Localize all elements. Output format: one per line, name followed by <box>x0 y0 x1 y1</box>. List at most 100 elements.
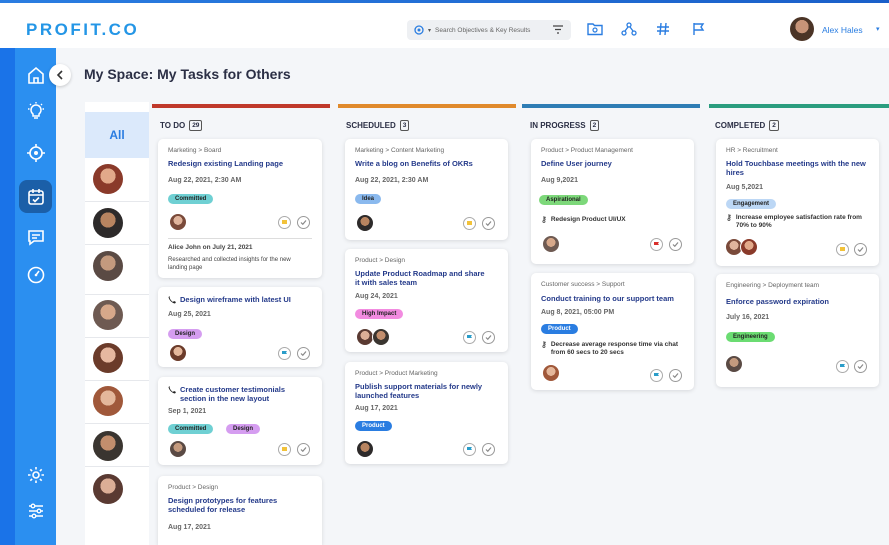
check-circle-icon[interactable] <box>854 243 867 256</box>
flag-icon[interactable] <box>278 443 291 456</box>
task-card[interactable]: Product > Product Marketing Publish supp… <box>345 362 508 464</box>
avatar[interactable] <box>542 235 560 253</box>
key-result-row[interactable]: ⚷ Increase employee satisfaction rate fr… <box>726 214 876 230</box>
task-card[interactable]: Engineering > Deployment team Enforce pa… <box>716 274 879 387</box>
objective-target-icon[interactable] <box>411 22 427 38</box>
check-circle-icon[interactable] <box>297 216 310 229</box>
search-input[interactable]: ▾ Search Objectives & Key Results <box>407 20 571 40</box>
check-circle-icon[interactable] <box>854 360 867 373</box>
assignee-avatar[interactable] <box>93 474 123 504</box>
flag-icon[interactable] <box>463 331 476 344</box>
card-title[interactable]: Publish support materials for newly laun… <box>355 382 491 400</box>
status-badge: Aspirational <box>539 195 588 205</box>
card-title[interactable]: Hold Touchbase meetings with the new hir… <box>726 159 872 177</box>
lightbulb-icon[interactable] <box>19 94 52 127</box>
task-card[interactable]: Product > Design Update Product Roadmap … <box>345 249 508 352</box>
chat-icon[interactable] <box>19 220 52 253</box>
card-title-row[interactable]: Design wireframe with latest UI <box>168 295 318 304</box>
card-title[interactable]: Design prototypes for features scheduled… <box>168 496 298 514</box>
key-result-row[interactable]: ⚷ Redesign Product UI/UX <box>541 216 626 224</box>
assignee-avatar[interactable] <box>93 208 123 238</box>
check-circle-icon[interactable] <box>669 369 682 382</box>
chevron-down-icon[interactable]: ▾ <box>876 25 880 33</box>
flag-icon[interactable] <box>278 216 291 229</box>
todo-column-bar <box>152 104 330 108</box>
filter-icon[interactable] <box>553 21 567 39</box>
assignee-avatar[interactable] <box>93 431 123 461</box>
card-title[interactable]: Design wireframe with latest UI <box>180 295 291 304</box>
check-circle-icon[interactable] <box>482 443 495 456</box>
assignee-avatar[interactable] <box>93 300 123 330</box>
flag-icon[interactable] <box>836 360 849 373</box>
column-title: SCHEDULED <box>346 121 396 130</box>
key-result-text: Decrease average response time via chat … <box>550 341 679 356</box>
settings-gear-icon[interactable] <box>19 458 52 491</box>
card-title[interactable]: Write a blog on Benefits of OKRs <box>355 159 501 168</box>
folder-search-icon[interactable] <box>586 20 604 38</box>
assignee-avatar[interactable] <box>93 164 123 194</box>
task-card[interactable]: Marketing > Content Marketing Write a bl… <box>345 139 508 240</box>
card-title[interactable]: Conduct training to our support team <box>541 294 691 303</box>
card-date: Sep 1, 2021 <box>168 408 207 415</box>
card-breadcrumb: Customer success > Support <box>541 281 625 288</box>
card-title[interactable]: Define User journey <box>541 159 687 168</box>
card-title[interactable]: Update Product Roadmap and share it with… <box>355 269 485 287</box>
card-title[interactable]: Redesign existing Landing page <box>168 159 314 168</box>
task-card[interactable]: HR > Recruitment Hold Touchbase meetings… <box>716 139 879 266</box>
user-name[interactable]: Alex Hales <box>822 25 863 35</box>
flag-icon[interactable] <box>650 369 663 382</box>
page-title: My Space: My Tasks for Others <box>84 66 291 82</box>
task-card[interactable]: Product > Design Design prototypes for f… <box>158 476 322 545</box>
avatar[interactable] <box>169 213 187 231</box>
avatar[interactable] <box>542 364 560 382</box>
flag-icon[interactable] <box>278 347 291 360</box>
in-progress-column-bar <box>522 104 700 108</box>
status-badge: Idea <box>355 194 382 204</box>
avatar[interactable] <box>740 238 758 256</box>
flag-icon[interactable] <box>690 20 708 38</box>
dashboard-gauge-icon[interactable] <box>19 258 52 291</box>
task-card[interactable]: Marketing > Board Redesign existing Land… <box>158 139 322 278</box>
task-card[interactable]: Customer success > Support Conduct train… <box>531 273 694 390</box>
assignee-all-button[interactable]: All <box>85 112 149 158</box>
sliders-icon[interactable] <box>19 494 52 527</box>
check-circle-icon[interactable] <box>297 347 310 360</box>
hashtag-icon[interactable] <box>654 20 672 38</box>
avatar[interactable] <box>356 440 374 458</box>
avatar[interactable] <box>790 17 814 41</box>
card-breadcrumb: Engineering > Deployment team <box>726 282 820 289</box>
task-card[interactable]: Create customer testimonials section in … <box>158 377 322 465</box>
collapse-sidebar-button[interactable] <box>49 64 71 86</box>
target-icon[interactable] <box>19 136 52 169</box>
check-circle-icon[interactable] <box>482 217 495 230</box>
avatar[interactable] <box>725 355 743 373</box>
task-card[interactable]: Design wireframe with latest UI Aug 25, … <box>158 287 322 367</box>
check-circle-icon[interactable] <box>297 443 310 456</box>
assignee-avatar[interactable] <box>93 343 123 373</box>
card-title[interactable]: Enforce password expiration <box>726 297 876 306</box>
note-author: Alice John on July 21, 2021 <box>168 244 253 251</box>
assignee-avatar[interactable] <box>93 386 123 416</box>
key-result-row[interactable]: ⚷ Decrease average response time via cha… <box>541 341 687 357</box>
app-logo[interactable]: PROFIT.CO <box>26 20 139 40</box>
assignee-avatar[interactable] <box>93 251 123 281</box>
home-icon[interactable] <box>19 58 52 91</box>
check-circle-icon[interactable] <box>482 331 495 344</box>
chevron-down-icon[interactable]: ▾ <box>428 27 431 34</box>
avatar[interactable] <box>372 328 390 346</box>
task-card[interactable]: Product > Product Management Define User… <box>531 139 694 264</box>
card-date: Aug 22, 2021, 2:30 AM <box>168 177 242 184</box>
flag-icon[interactable] <box>650 238 663 251</box>
hierarchy-icon[interactable] <box>620 20 638 38</box>
calendar-check-icon[interactable] <box>19 180 52 213</box>
flag-icon[interactable] <box>836 243 849 256</box>
card-title-row[interactable]: Create customer testimonials section in … <box>168 385 308 403</box>
avatar[interactable] <box>169 440 187 458</box>
check-circle-icon[interactable] <box>669 238 682 251</box>
card-title[interactable]: Create customer testimonials section in … <box>180 385 308 403</box>
card-date: Aug 17, 2021 <box>355 405 398 412</box>
avatar[interactable] <box>356 214 374 232</box>
flag-icon[interactable] <box>463 443 476 456</box>
flag-icon[interactable] <box>463 217 476 230</box>
avatar[interactable] <box>169 344 187 362</box>
